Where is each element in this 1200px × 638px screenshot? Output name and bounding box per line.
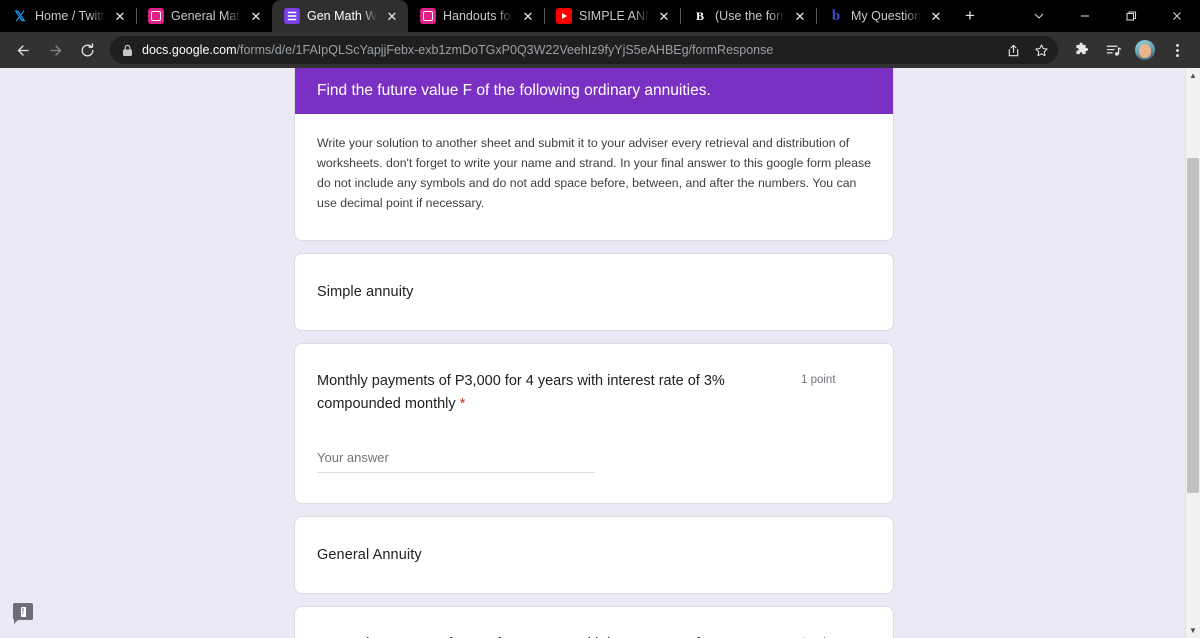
tab-close-icon[interactable]: ✕ <box>384 8 400 24</box>
google-forms-icon <box>420 8 436 24</box>
browser-tab-simple-annui[interactable]: SIMPLE ANNUI ✕ <box>544 0 680 32</box>
tab-title: My Questions | <box>851 9 921 23</box>
question-row: Monthly payments of P3,000 for 4 years w… <box>317 370 871 416</box>
tab-title: (Use the formu <box>715 9 785 23</box>
browser-tab-general-mathe[interactable]: General Mathe ✕ <box>136 0 272 32</box>
tab-title: Home / Twitter <box>35 9 105 23</box>
tab-close-icon[interactable]: ✕ <box>656 8 672 24</box>
three-dot-menu-icon[interactable] <box>1162 35 1192 65</box>
tab-strip: 𝕏 Home / Twitter ✕ General Mathe ✕ ☰ Gen… <box>0 0 1200 32</box>
question-row: Quarterly payment of 5,000 for 10 years … <box>317 633 871 638</box>
browser-toolbar: docs.google.com/forms/d/e/1FAIpQLScYapjj… <box>0 32 1200 68</box>
tab-separator <box>816 8 817 24</box>
question-points: 1 point <box>801 633 836 638</box>
tab-title: Handouts for G <box>443 9 513 23</box>
required-asterisk: * <box>459 396 466 413</box>
close-window-icon[interactable] <box>1154 0 1200 32</box>
alert-badge-label: ! <box>20 606 26 617</box>
puzzle-icon[interactable] <box>1066 35 1096 65</box>
question-text: Monthly payments of P3,000 for 4 years w… <box>317 370 787 416</box>
form-title: Find the future value F of the following… <box>295 68 893 115</box>
minimize-icon[interactable] <box>1062 0 1108 32</box>
browser-tab-my-questions[interactable]: b My Questions | ✕ <box>816 0 952 32</box>
youtube-icon <box>556 8 572 24</box>
scroll-up-arrow-icon[interactable]: ▲ <box>1186 68 1200 83</box>
tab-close-icon[interactable]: ✕ <box>112 8 128 24</box>
tab-title: Gen Math Wor <box>307 9 377 23</box>
forward-icon[interactable] <box>40 35 70 65</box>
section-title: Simple annuity <box>317 284 414 300</box>
url-text: docs.google.com/forms/d/e/1FAIpQLScYapjj… <box>142 43 992 57</box>
maximize-restore-icon[interactable] <box>1108 0 1154 32</box>
question-card-2: Quarterly payment of 5,000 for 10 years … <box>294 606 894 638</box>
twitter-icon: 𝕏 <box>14 7 26 24</box>
reload-icon[interactable] <box>72 35 102 65</box>
section-card-general-annuity: General Annuity <box>294 516 894 595</box>
tab-title: General Mathe <box>171 9 241 23</box>
browser-tab-handouts[interactable]: Handouts for G ✕ <box>408 0 544 32</box>
scroll-down-arrow-icon[interactable]: ▼ <box>1186 623 1200 638</box>
tab-separator <box>680 8 681 24</box>
new-tab-button[interactable]: + <box>956 2 984 30</box>
profile-avatar[interactable] <box>1130 35 1160 65</box>
browser-window: 𝕏 Home / Twitter ✕ General Mathe ✕ ☰ Gen… <box>0 0 1200 638</box>
tab-title: SIMPLE ANNUI <box>579 9 649 23</box>
section-title: General Annuity <box>317 547 422 564</box>
tab-separator <box>544 8 545 24</box>
tab-close-icon[interactable]: ✕ <box>928 8 944 24</box>
address-bar[interactable]: docs.google.com/forms/d/e/1FAIpQLScYapjj… <box>110 36 1058 64</box>
brainly-b-icon: b <box>831 7 841 24</box>
brainly-icon: B <box>695 8 704 23</box>
star-icon[interactable] <box>1028 37 1054 63</box>
tab-close-icon[interactable]: ✕ <box>520 8 536 24</box>
page-scrollbar[interactable]: ▲ ▼ <box>1185 68 1200 638</box>
back-icon[interactable] <box>8 35 38 65</box>
window-controls <box>1016 0 1200 32</box>
scrollbar-thumb[interactable] <box>1187 158 1199 493</box>
form-description: Write your solution to another sheet and… <box>317 136 871 211</box>
question-card-1: Monthly payments of P3,000 for 4 years w… <box>294 343 894 505</box>
tab-search-icon[interactable] <box>1016 0 1062 32</box>
tab-close-icon[interactable]: ✕ <box>792 8 808 24</box>
share-icon[interactable] <box>1000 37 1026 63</box>
reading-list-icon[interactable] <box>1098 35 1128 65</box>
omnibox-actions <box>1000 37 1054 63</box>
browser-tab-use-the-formu[interactable]: B (Use the formu ✕ <box>680 0 816 32</box>
google-form: Find the future value F of the following… <box>294 68 894 638</box>
question-text: Quarterly payment of 5,000 for 10 years … <box>317 633 787 638</box>
tab-list: 𝕏 Home / Twitter ✕ General Mathe ✕ ☰ Gen… <box>0 0 984 32</box>
section-card-simple-annuity: Simple annuity <box>294 253 894 331</box>
lock-icon <box>122 44 133 57</box>
question-points: 1 point <box>801 374 836 386</box>
url-host: docs.google.com <box>142 43 237 57</box>
google-forms-icon <box>148 8 164 24</box>
browser-tab-gen-math-wor[interactable]: ☰ Gen Math Wor ✕ <box>272 0 408 32</box>
notification-alert-icon[interactable]: ! <box>13 603 33 624</box>
page-viewport: Find the future value F of the following… <box>0 68 1200 638</box>
form-header-card: Find the future value F of the following… <box>294 68 894 241</box>
answer-input-1[interactable]: Your answer <box>317 450 595 474</box>
browser-tab-twitter[interactable]: 𝕏 Home / Twitter ✕ <box>0 0 136 32</box>
google-sheets-icon: ☰ <box>284 8 300 24</box>
tab-separator <box>136 8 137 24</box>
tab-close-icon[interactable]: ✕ <box>248 8 264 24</box>
question-label: Monthly payments of P3,000 for 4 years w… <box>317 373 725 413</box>
avatar <box>1135 40 1155 60</box>
url-path: /forms/d/e/1FAIpQLScYapjjFebx-exb1zmDoTG… <box>236 43 774 57</box>
